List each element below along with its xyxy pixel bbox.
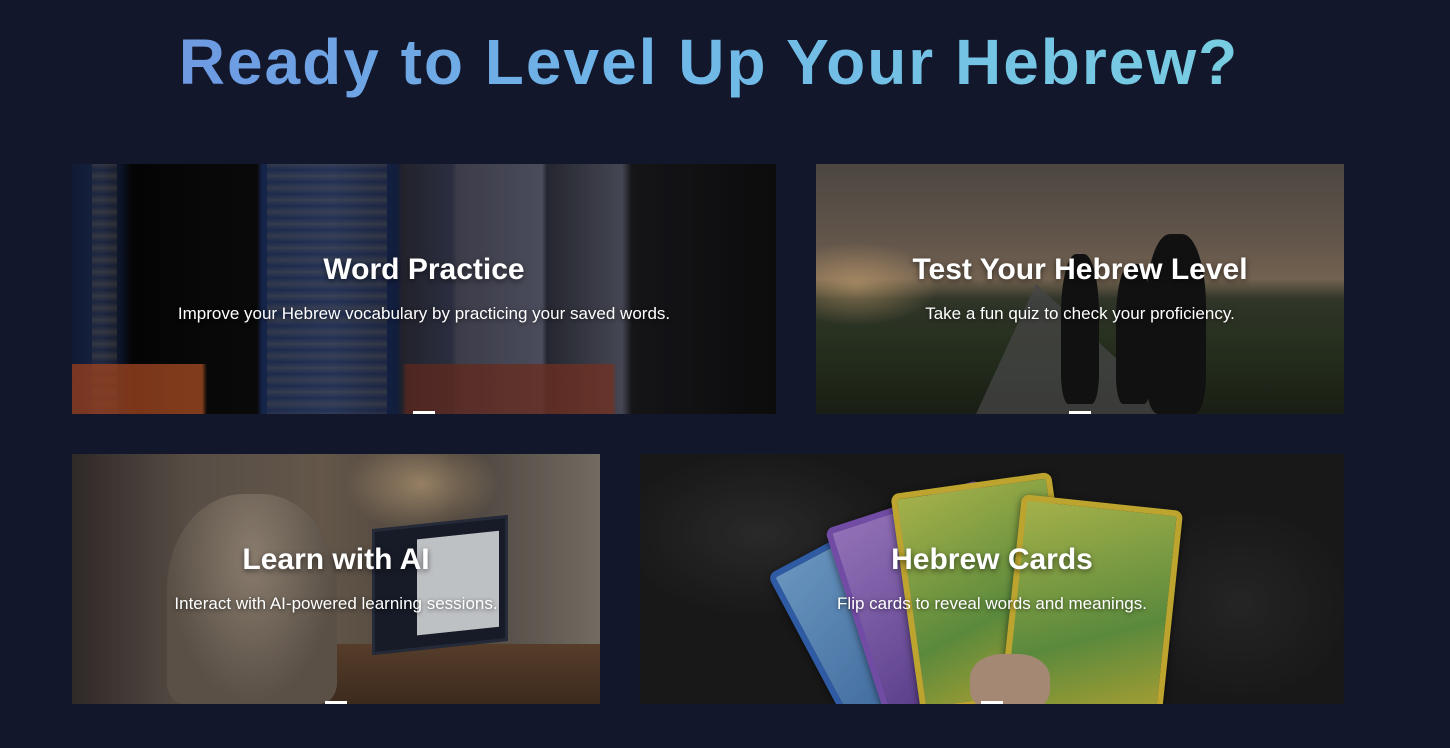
card-title: Word Practice [323, 253, 525, 286]
card-description: Improve your Hebrew vocabulary by practi… [177, 304, 671, 323]
learn-with-ai-card[interactable]: Learn with AI Interact with AI-powered l… [72, 454, 600, 704]
card-description: Flip cards to reveal words and meanings. [837, 594, 1147, 613]
card-title: Hebrew Cards [891, 543, 1093, 576]
card-content: Learn with AI Interact with AI-powered l… [72, 542, 600, 615]
card-content: Test Your Hebrew Level Take a fun quiz t… [816, 252, 1344, 325]
card-content: Hebrew Cards Flip cards to reveal words … [640, 542, 1344, 615]
card-content: Word Practice Improve your Hebrew vocabu… [72, 252, 776, 325]
card-title: Learn with AI [242, 543, 430, 576]
page-title: Ready to Level Up Your Hebrew? [0, 24, 1418, 100]
card-indicator [413, 411, 435, 414]
card-description: Interact with AI-powered learning sessio… [174, 594, 498, 613]
card-title: Test Your Hebrew Level [912, 253, 1248, 286]
card-indicator [981, 701, 1003, 704]
test-level-card[interactable]: Test Your Hebrew Level Take a fun quiz t… [816, 164, 1344, 414]
hebrew-cards-card[interactable]: Hebrew Cards Flip cards to reveal words … [640, 454, 1344, 704]
card-description: Take a fun quiz to check your proficienc… [925, 304, 1235, 323]
word-practice-card[interactable]: Word Practice Improve your Hebrew vocabu… [72, 164, 776, 414]
card-indicator [1069, 411, 1091, 414]
card-indicator [325, 701, 347, 704]
